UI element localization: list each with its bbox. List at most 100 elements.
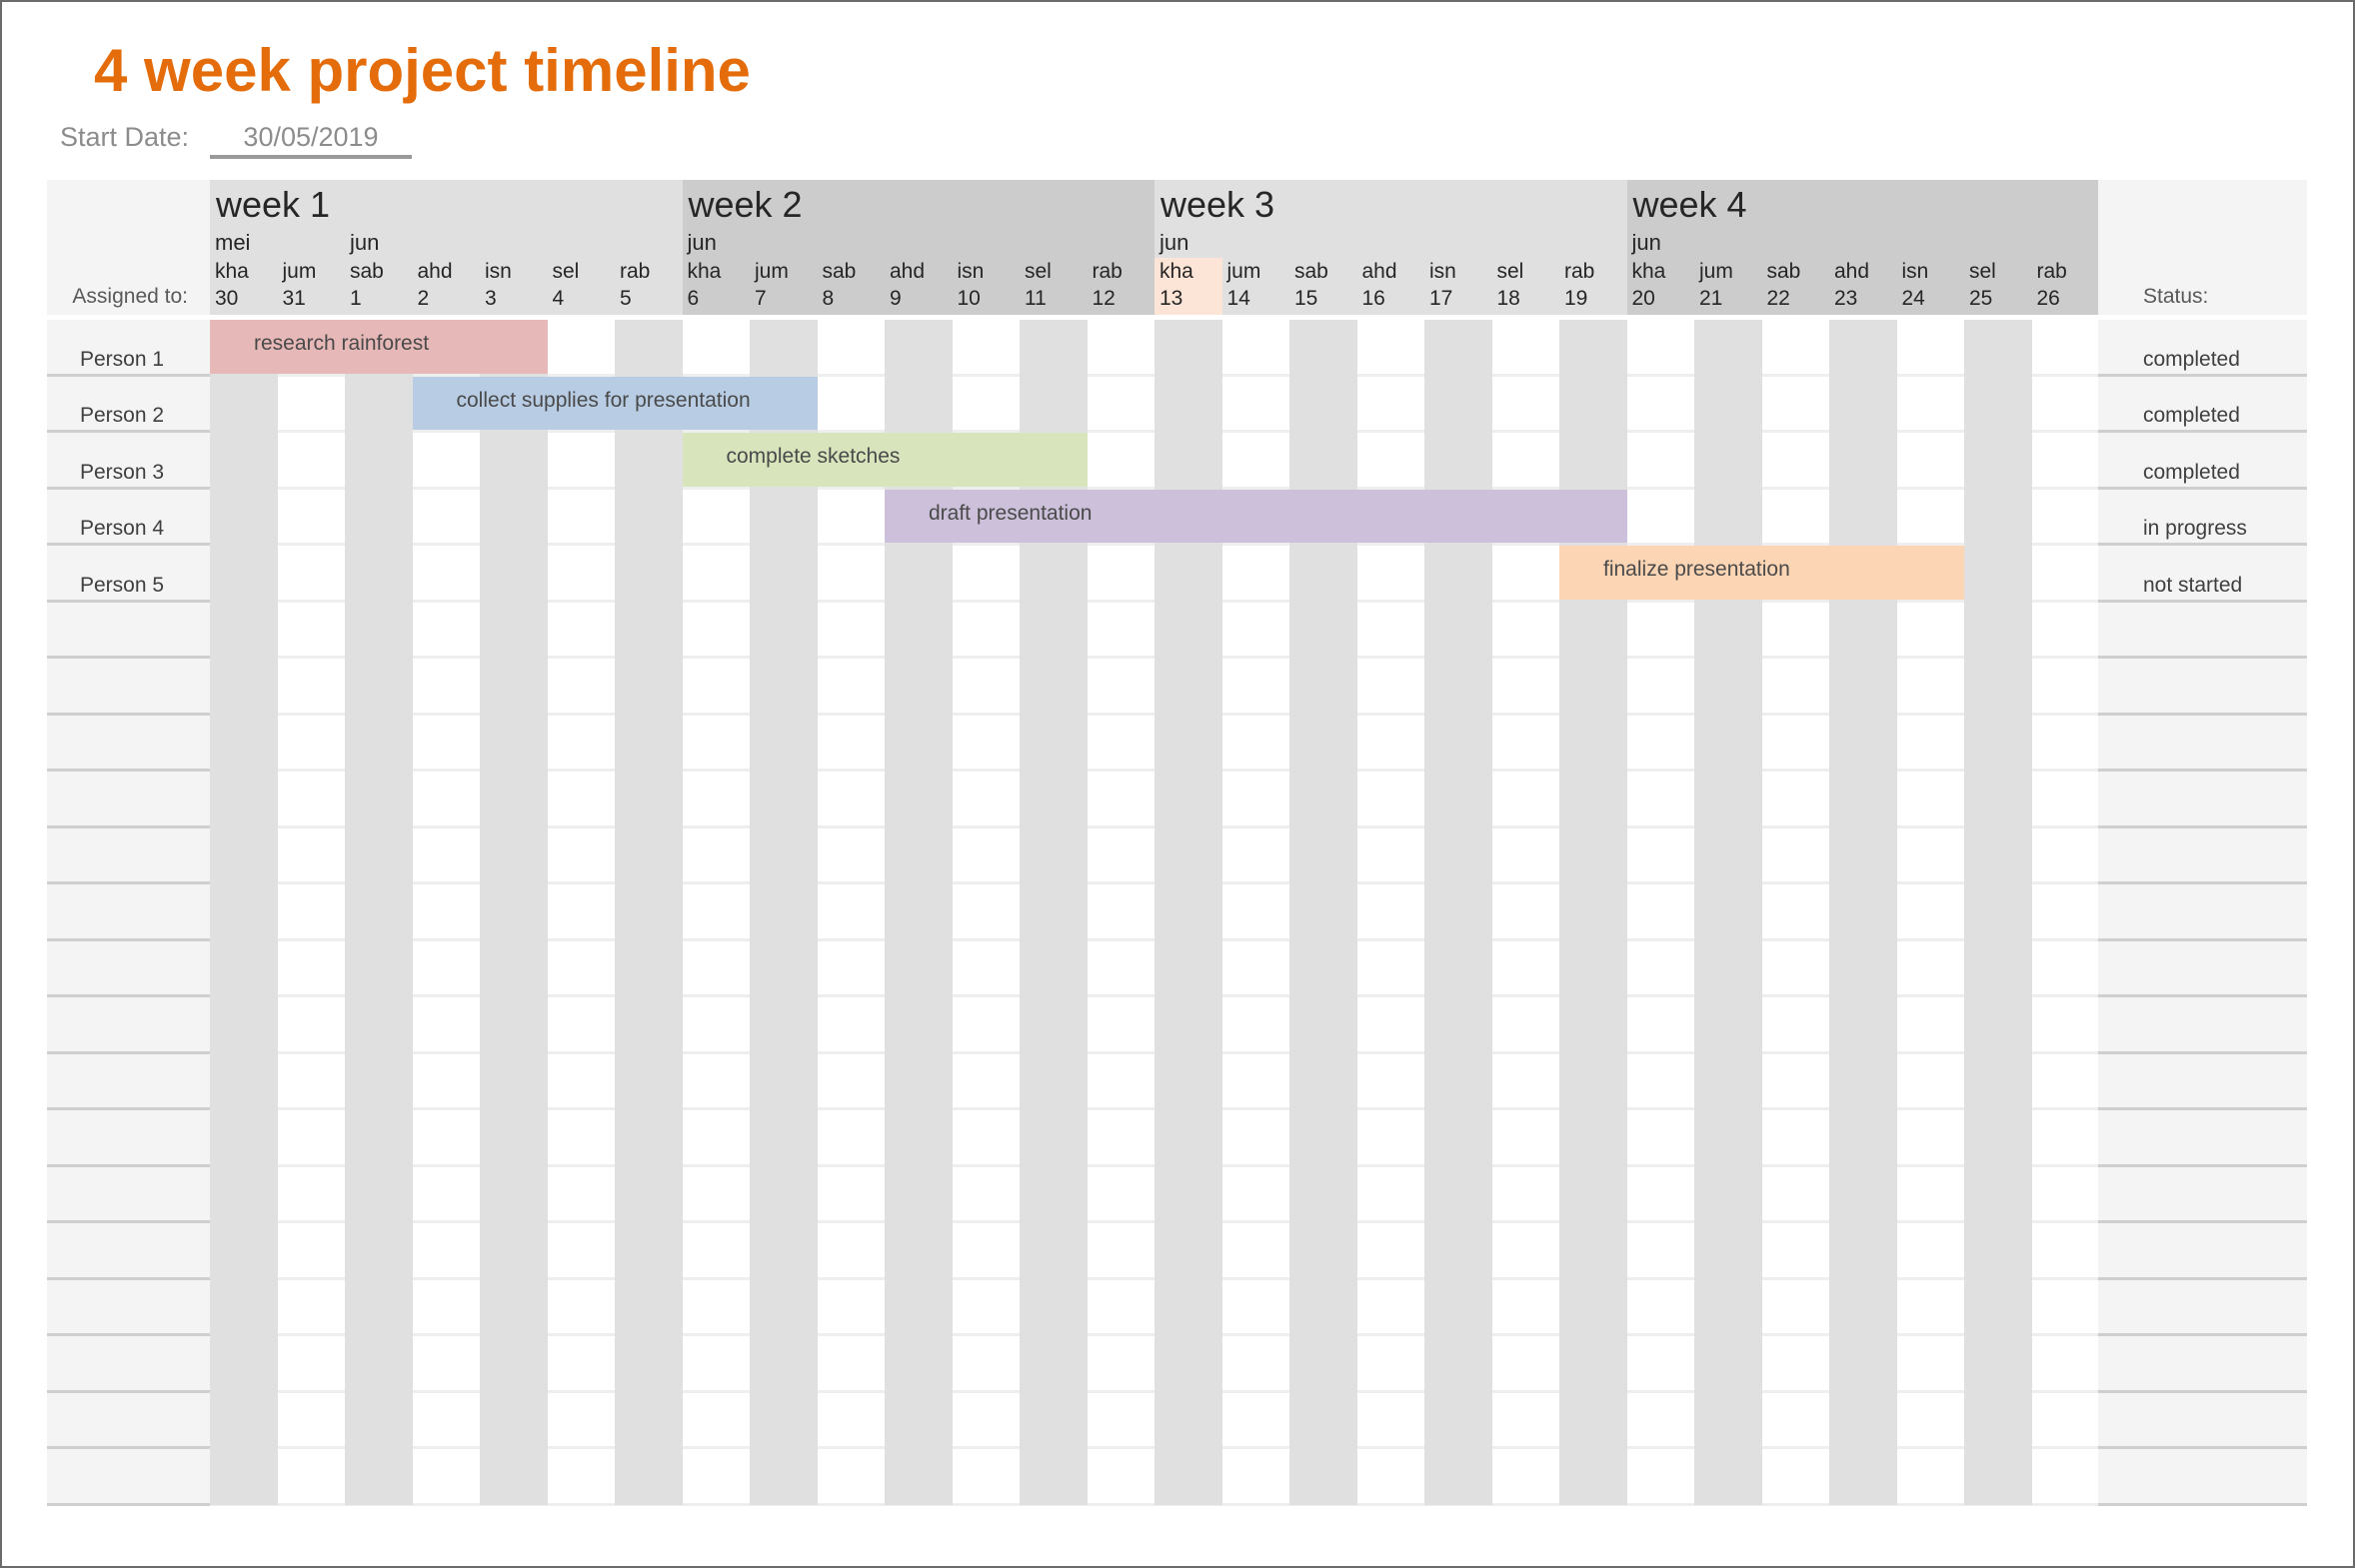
- task-label: finalize presentation: [1603, 558, 1790, 581]
- task-bar[interactable]: complete sketches: [682, 433, 1088, 487]
- assignee-cell: [47, 997, 210, 1054]
- status-cell: [2098, 884, 2307, 941]
- status-cell: [2098, 602, 2307, 659]
- task-label: draft presentation: [929, 501, 1093, 525]
- assignee-cell: Person 3: [47, 433, 210, 490]
- day-header: sel 25: [1964, 180, 2032, 315]
- day-number: 23: [1834, 287, 1858, 310]
- task-bar[interactable]: collect supplies for presentation: [412, 376, 818, 430]
- day-number: 11: [1025, 287, 1047, 310]
- day-name: sab: [350, 260, 384, 283]
- day-name: isn: [957, 260, 985, 283]
- day-number: 13: [1160, 287, 1183, 310]
- assignee-name: Person 5: [80, 573, 165, 597]
- day-stripe: [345, 320, 413, 1505]
- day-header: jum 7: [750, 180, 818, 315]
- day-name: isn: [1429, 260, 1456, 283]
- day-stripe: [615, 320, 683, 1505]
- status-label: Status:: [2143, 285, 2209, 308]
- day-header: jun kha 20: [1627, 180, 1695, 315]
- status-cell: [2098, 1336, 2307, 1393]
- day-name: kha: [687, 260, 722, 283]
- assignee-cell: [47, 1449, 210, 1506]
- status-cell: in progress: [2098, 489, 2307, 546]
- day-stripe: [480, 320, 548, 1505]
- day-number: 9: [890, 287, 902, 310]
- day-number: 10: [957, 287, 981, 310]
- day-number: 2: [417, 287, 430, 310]
- month-label: mei: [215, 230, 251, 255]
- status-value[interactable]: completed: [2143, 461, 2240, 485]
- day-name: jum: [755, 260, 789, 283]
- status-cell: [2098, 1053, 2307, 1110]
- status-cell: [2098, 659, 2307, 716]
- day-number: 20: [1631, 287, 1655, 310]
- day-name: jum: [1226, 260, 1261, 283]
- status-cell: [2098, 827, 2307, 884]
- day-header: sab 22: [1762, 180, 1830, 315]
- day-name: sel: [552, 260, 580, 283]
- task-bar[interactable]: draft presentation: [885, 489, 1627, 543]
- day-name: kha: [1160, 260, 1193, 283]
- day-number: 14: [1226, 287, 1250, 310]
- status-value[interactable]: not started: [2143, 574, 2242, 598]
- assignee-cell: [47, 1166, 210, 1223]
- assignee-name: Person 4: [80, 517, 165, 540]
- month-label: jun: [687, 230, 717, 255]
- day-name: kha: [1631, 260, 1666, 283]
- start-date-label: Start Date:: [60, 122, 190, 152]
- day-header: jun kha 6: [683, 180, 751, 315]
- start-date-field[interactable]: 30/05/2019: [210, 122, 412, 159]
- day-name: kha: [215, 260, 249, 283]
- day-header: jum 31: [278, 180, 346, 315]
- month-label: jun: [1160, 230, 1189, 255]
- day-name: isn: [1901, 260, 1929, 283]
- day-number: 22: [1766, 287, 1790, 310]
- status-value[interactable]: completed: [2143, 348, 2240, 372]
- status-cell: [2098, 1166, 2307, 1223]
- day-number: 7: [755, 287, 767, 310]
- day-header: isn 24: [1897, 180, 1965, 315]
- day-name: jum: [1699, 260, 1733, 283]
- day-number: 12: [1092, 287, 1116, 310]
- day-name: rab: [620, 260, 651, 283]
- day-header: jun kha 13: [1155, 180, 1222, 315]
- status-cell: [2098, 1223, 2307, 1280]
- day-header: isn 17: [1424, 180, 1492, 315]
- assignee-cell: [47, 1110, 210, 1167]
- day-name: sab: [1766, 260, 1801, 283]
- status-cell: [2098, 997, 2307, 1054]
- day-number: 16: [1361, 287, 1385, 310]
- assignee-cell: [47, 940, 210, 997]
- assignee-cell: [47, 659, 210, 716]
- day-name: sel: [1025, 260, 1052, 283]
- day-header: sab 8: [818, 180, 886, 315]
- day-header: jum 21: [1694, 180, 1762, 315]
- day-header: rab 19: [1559, 180, 1627, 315]
- day-name: jum: [282, 260, 317, 283]
- timeline-table: Assigned to: week 1 week 2 week 3 week 4 me…: [47, 180, 2307, 1506]
- day-name: sel: [1969, 260, 1996, 283]
- status-cell: [2098, 1110, 2307, 1167]
- status-value[interactable]: in progress: [2143, 517, 2247, 541]
- day-header: rab 5: [615, 180, 683, 315]
- day-header: ahd 2: [413, 180, 481, 315]
- day-name: sel: [1496, 260, 1524, 283]
- day-number: 6: [687, 287, 700, 310]
- day-number: 17: [1429, 287, 1453, 310]
- day-name: rab: [1564, 260, 1595, 283]
- assignee-cell: Person 2: [47, 376, 210, 433]
- day-name: ahd: [890, 260, 926, 283]
- status-value[interactable]: completed: [2143, 404, 2240, 428]
- day-header: rab 26: [2032, 180, 2100, 315]
- day-name: ahd: [1834, 260, 1870, 283]
- day-header: isn 10: [953, 180, 1021, 315]
- task-bar[interactable]: research rainforest: [210, 320, 548, 374]
- task-bar[interactable]: finalize presentation: [1559, 546, 1964, 600]
- day-header: sab 15: [1289, 180, 1357, 315]
- status-cell: not started: [2098, 546, 2307, 603]
- assignee-name: Person 3: [80, 460, 165, 484]
- day-name: ahd: [417, 260, 453, 283]
- assignee-cell: Person 1: [47, 320, 210, 377]
- assignee-cell: [47, 1279, 210, 1336]
